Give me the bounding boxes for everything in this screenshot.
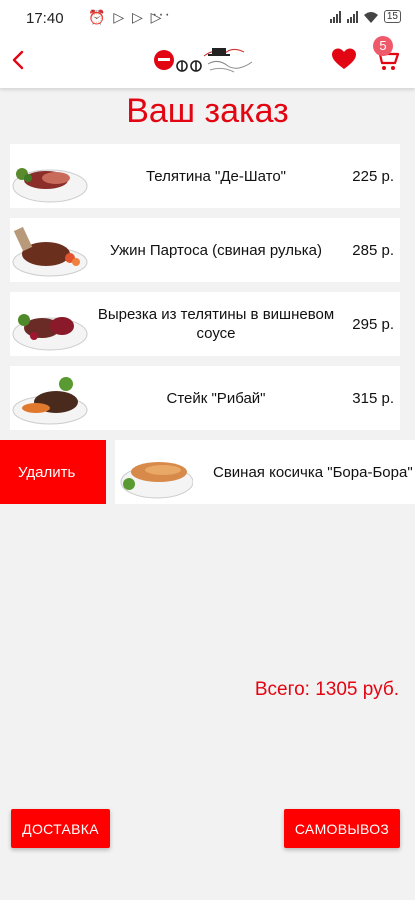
order-item[interactable]: Стейк "Рибай" 315 р.: [10, 366, 400, 430]
status-more-icon: ···: [152, 6, 171, 23]
signal-icon-2: [346, 10, 358, 23]
swiped-order-item[interactable]: Свиная косичка "Бора-Бора": [115, 440, 415, 504]
dish-price: 315 р.: [352, 389, 394, 407]
app-bar: 5: [0, 36, 415, 88]
cart-count-badge: 5: [373, 36, 393, 56]
dish-name: Стейк "Рибай": [166, 389, 266, 407]
favorites-heart-icon[interactable]: [332, 48, 356, 70]
dish-name: Свиная косичка "Бора-Бора": [213, 463, 413, 481]
dish-name: Ужин Партоса (свиная рулька): [110, 241, 322, 259]
order-item[interactable]: Телятина "Де-Шато" 225 р.: [10, 144, 400, 208]
order-item[interactable]: Вырезка из телятины в вишневом соусе 295…: [10, 292, 400, 356]
delivery-button[interactable]: ДОСТАВКА: [11, 809, 110, 848]
dish-image: [120, 462, 193, 499]
battery-icon: 15: [383, 10, 401, 23]
status-bar: 17:40 ⏰ ▷ ▷ ▷ ··· 15: [0, 0, 415, 36]
back-arrow-icon[interactable]: [8, 46, 28, 74]
dish-image: [12, 226, 88, 277]
dish-image: [12, 377, 88, 425]
restaurant-logo: [154, 48, 253, 73]
delete-button[interactable]: Удалить: [0, 440, 106, 504]
page-title: Ваш заказ: [126, 92, 289, 130]
wifi-icon: [363, 11, 378, 23]
status-time: 17:40: [26, 10, 64, 27]
order-item[interactable]: Ужин Партоса (свиная рулька) 285 р.: [10, 218, 400, 282]
signal-icon: [329, 10, 341, 23]
dish-price: 285 р.: [352, 241, 394, 259]
dish-image: [12, 168, 88, 203]
order-total: Всего: 1305 руб.: [254, 679, 399, 700]
dish-name: Телятина "Де-Шато": [145, 167, 287, 185]
dish-image: [12, 314, 88, 351]
dish-price: 225 р.: [352, 167, 394, 185]
status-right-icons: 15: [329, 10, 401, 23]
pickup-button[interactable]: САМОВЫВОЗ: [284, 809, 400, 848]
dish-name: Вырезка из телятины в вишневом соусе: [97, 306, 335, 342]
dish-price: 295 р.: [352, 315, 394, 333]
